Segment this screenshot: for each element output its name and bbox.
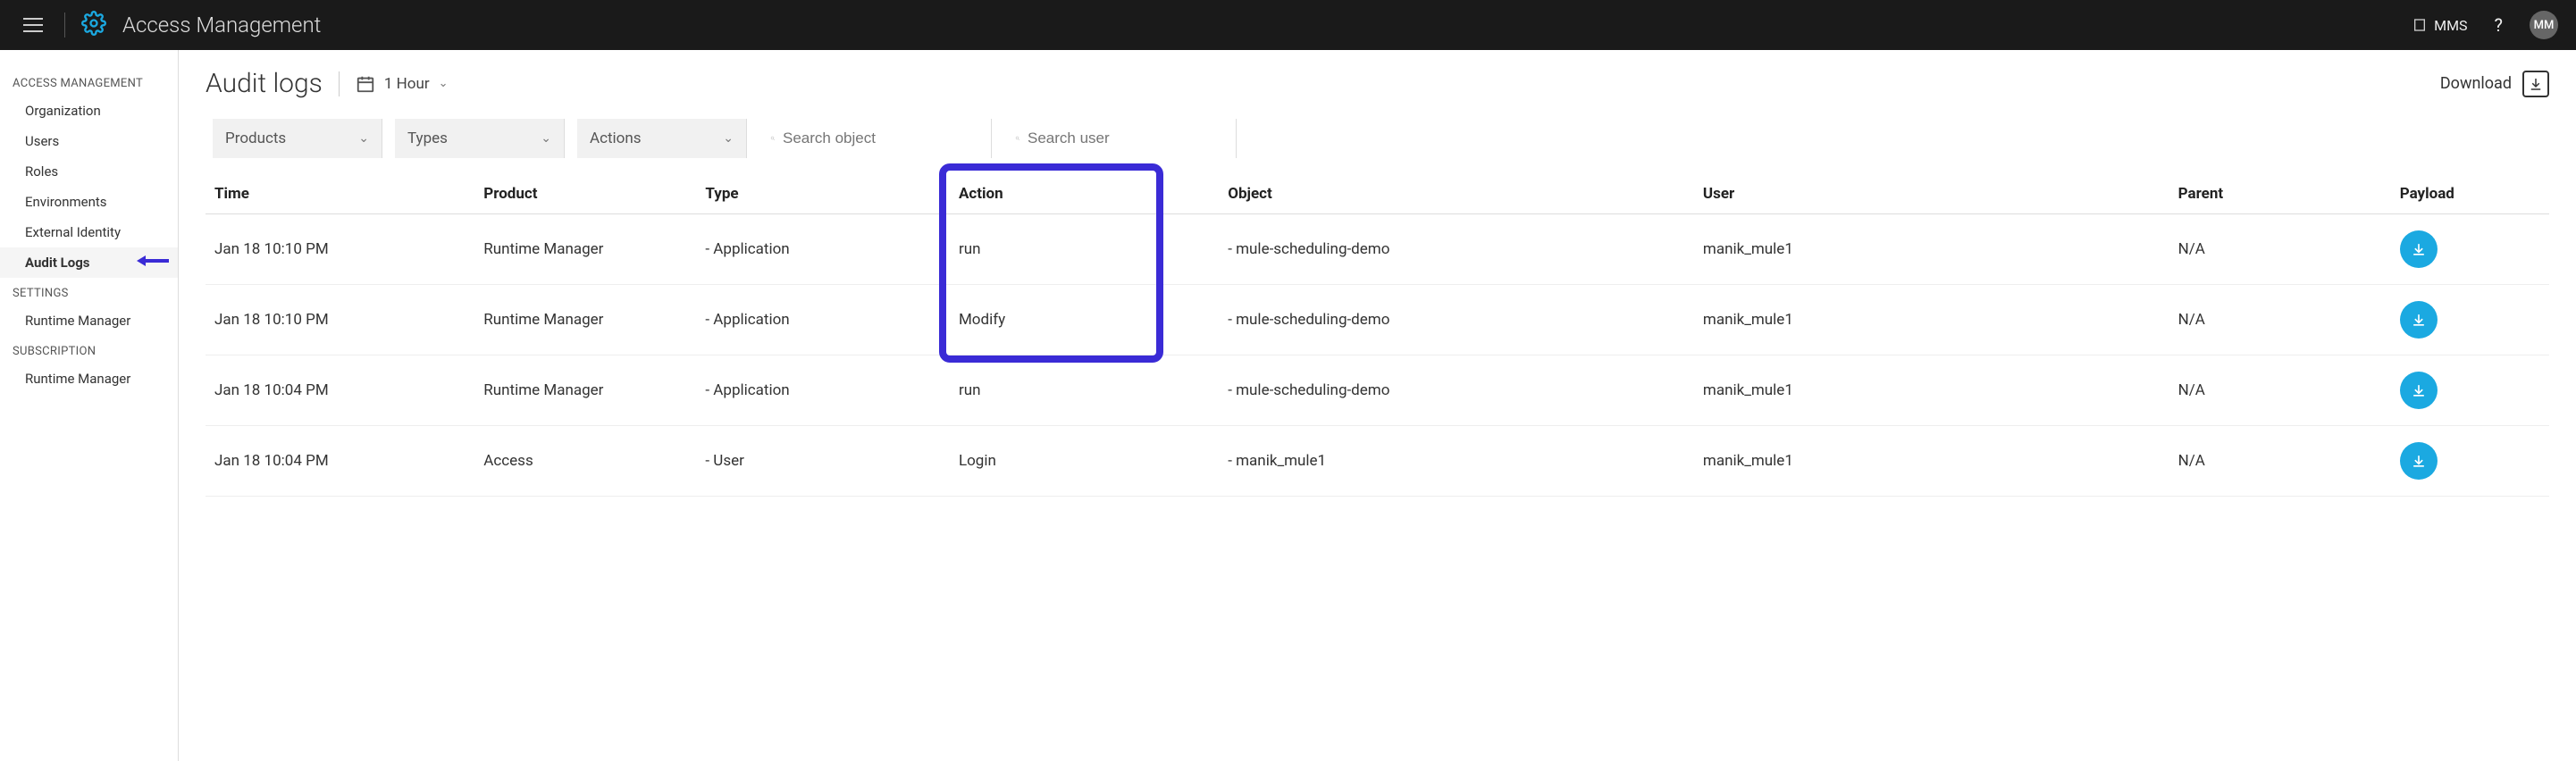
filter-products[interactable]: Products ⌄ (213, 119, 382, 158)
th-parent[interactable]: Parent (2169, 174, 2391, 214)
sidebar-item-roles[interactable]: Roles (0, 156, 178, 187)
search-icon (770, 131, 776, 146)
sidebar: ACCESS MANAGEMENTOrganizationUsersRolesE… (0, 50, 179, 761)
sidebar-item-runtime-manager[interactable]: Runtime Manager (0, 364, 178, 394)
table-row: Jan 18 10:10 PMRuntime Manager- Applicat… (206, 214, 2549, 285)
cell-time: Jan 18 10:10 PM (206, 285, 474, 355)
download-payload-button[interactable] (2400, 230, 2438, 268)
chevron-down-icon: ⌄ (439, 77, 449, 90)
table-row: Jan 18 10:10 PMRuntime Manager- Applicat… (206, 285, 2549, 355)
download-payload-button[interactable] (2400, 442, 2438, 480)
building-icon (2412, 18, 2427, 32)
cell-type: - Application (696, 285, 950, 355)
sidebar-item-users[interactable]: Users (0, 126, 178, 156)
org-switcher[interactable]: MMS (2412, 17, 2467, 34)
cell-parent: N/A (2169, 355, 2391, 426)
time-range-label: 1 Hour (384, 75, 430, 93)
search-user-input[interactable] (1028, 130, 1225, 147)
sidebar-item-external-identity[interactable]: External Identity (0, 217, 178, 247)
sidebar-item-environments[interactable]: Environments (0, 187, 178, 217)
divider (339, 71, 340, 96)
cell-user: manik_mule1 (1694, 426, 2169, 497)
calendar-icon (356, 74, 375, 94)
cell-product: Runtime Manager (474, 214, 696, 285)
cell-payload (2391, 426, 2549, 497)
search-icon (1015, 131, 1020, 146)
th-type[interactable]: Type (696, 174, 950, 214)
hamburger-menu-icon[interactable] (18, 13, 48, 38)
cell-time: Jan 18 10:10 PM (206, 214, 474, 285)
chevron-down-icon: ⌄ (358, 131, 369, 146)
filter-bar: Products ⌄ Types ⌄ Actions ⌄ (206, 119, 2549, 158)
app-title: Access Management (122, 13, 321, 38)
cell-product: Runtime Manager (474, 355, 696, 426)
cell-object: - mule-scheduling-demo (1219, 355, 1694, 426)
cell-action: run (950, 214, 1219, 285)
cell-payload (2391, 214, 2549, 285)
th-product[interactable]: Product (474, 174, 696, 214)
filter-types-label: Types (407, 130, 448, 147)
th-object[interactable]: Object (1219, 174, 1694, 214)
cell-payload (2391, 285, 2549, 355)
cell-action: Login (950, 426, 1219, 497)
th-payload[interactable]: Payload (2391, 174, 2549, 214)
cell-payload (2391, 355, 2549, 426)
sidebar-item-audit-logs[interactable]: Audit Logs (0, 247, 178, 278)
audit-log-table: Time Product Type Action Object User Par… (206, 174, 2549, 497)
search-object-box[interactable] (759, 119, 992, 158)
cell-parent: N/A (2169, 285, 2391, 355)
divider (64, 13, 65, 38)
cell-product: Runtime Manager (474, 285, 696, 355)
download-icon (2522, 71, 2549, 97)
cell-object: - mule-scheduling-demo (1219, 285, 1694, 355)
arrow-left-icon (135, 253, 171, 272)
cell-action: Modify (950, 285, 1219, 355)
cell-user: manik_mule1 (1694, 285, 2169, 355)
search-object-input[interactable] (783, 130, 980, 147)
cell-time: Jan 18 10:04 PM (206, 355, 474, 426)
download-label: Download (2440, 74, 2512, 93)
cell-action: run (950, 355, 1219, 426)
sidebar-section-heading: ACCESS MANAGEMENT (0, 68, 178, 96)
sidebar-section-heading: SETTINGS (0, 278, 178, 305)
time-range-picker[interactable]: 1 Hour ⌄ (356, 74, 449, 94)
cell-object: - mule-scheduling-demo (1219, 214, 1694, 285)
search-user-box[interactable] (1004, 119, 1237, 158)
cell-time: Jan 18 10:04 PM (206, 426, 474, 497)
cell-parent: N/A (2169, 214, 2391, 285)
cell-user: manik_mule1 (1694, 355, 2169, 426)
page-title: Audit logs (206, 68, 323, 99)
cell-object: - manik_mule1 (1219, 426, 1694, 497)
th-user[interactable]: User (1694, 174, 2169, 214)
download-payload-button[interactable] (2400, 301, 2438, 339)
cell-user: manik_mule1 (1694, 214, 2169, 285)
table-row: Jan 18 10:04 PMAccess- UserLogin- manik_… (206, 426, 2549, 497)
cell-type: - Application (696, 214, 950, 285)
filter-products-label: Products (225, 130, 286, 147)
chevron-down-icon: ⌄ (541, 131, 551, 146)
filter-types[interactable]: Types ⌄ (395, 119, 565, 158)
gear-icon (81, 11, 106, 39)
cell-type: - Application (696, 355, 950, 426)
cell-parent: N/A (2169, 426, 2391, 497)
filter-actions-label: Actions (590, 130, 642, 147)
filter-actions[interactable]: Actions ⌄ (577, 119, 747, 158)
download-button[interactable]: Download (2440, 71, 2549, 97)
download-payload-button[interactable] (2400, 372, 2438, 409)
chevron-down-icon: ⌄ (723, 131, 734, 146)
sidebar-item-runtime-manager[interactable]: Runtime Manager (0, 305, 178, 336)
th-action[interactable]: Action (950, 174, 1219, 214)
sidebar-section-heading: SUBSCRIPTION (0, 336, 178, 364)
cell-type: - User (696, 426, 950, 497)
cell-product: Access (474, 426, 696, 497)
table-row: Jan 18 10:04 PMRuntime Manager- Applicat… (206, 355, 2549, 426)
help-button[interactable]: ? (2484, 14, 2513, 36)
th-time[interactable]: Time (206, 174, 474, 214)
avatar[interactable]: MM (2530, 11, 2558, 39)
sidebar-item-organization[interactable]: Organization (0, 96, 178, 126)
org-name: MMS (2434, 17, 2467, 34)
main-content: Audit logs 1 Hour ⌄ Download Products ⌄ (179, 50, 2576, 761)
